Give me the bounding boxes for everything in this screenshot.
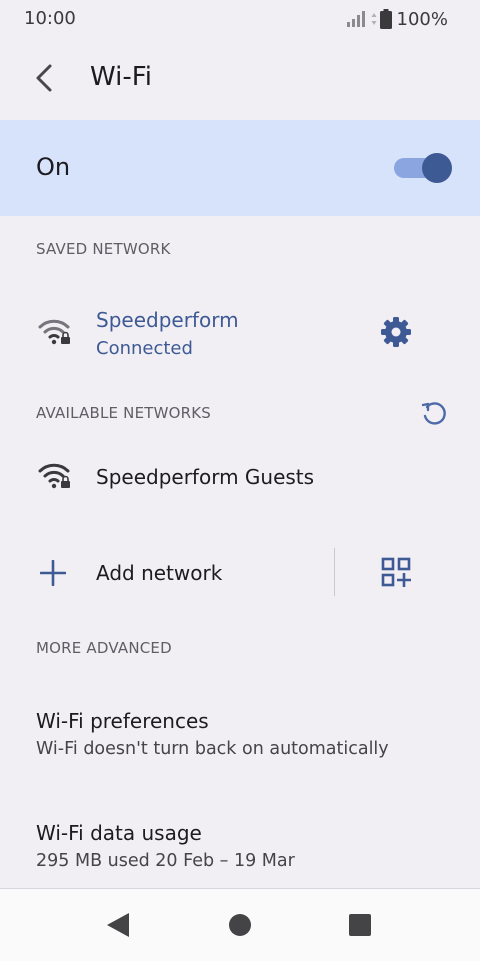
nav-home-button[interactable] [226,911,254,939]
wifi-data-usage-row[interactable]: Wi-Fi data usage 295 MB used 20 Feb – 19… [0,802,480,888]
battery-icon [379,9,392,29]
back-button[interactable] [26,58,62,98]
nav-home-icon [229,914,251,936]
saved-network-row[interactable]: Speedperform Connected [0,292,480,372]
status-bar: 10:00 100% [0,0,480,38]
saved-network-header: SAVED NETWORK [36,240,171,258]
navigation-bar [0,888,480,961]
refresh-icon [421,402,446,425]
wifi-lock-icon [38,463,70,489]
saved-network-name: Speedperform [96,308,239,332]
app-bar: Wi-Fi [0,38,480,120]
plus-icon [40,560,66,586]
nav-recents-button[interactable] [346,911,374,939]
available-networks-header: AVAILABLE NETWORKS [36,404,212,422]
wifi-lock-icon [38,319,70,345]
qr-code-icon [381,557,411,587]
toggle-thumb [422,153,452,183]
signal-icon [346,11,365,27]
refresh-button[interactable] [418,398,450,430]
gear-icon [381,317,411,347]
vertical-divider [334,548,335,596]
add-network-label: Add network [96,561,223,585]
available-network-row[interactable]: Speedperform Guests [0,446,480,510]
battery-percent: 100% [396,8,448,30]
more-advanced-header: MORE ADVANCED [36,639,172,657]
wifi-data-usage-title: Wi-Fi data usage [36,821,202,845]
add-network-row[interactable]: Add network [0,540,334,606]
saved-network-status: Connected [96,338,193,359]
wifi-master-switch-bar[interactable]: On [0,120,480,216]
nav-back-icon [107,913,129,937]
wifi-data-usage-summary: 295 MB used 20 Feb – 19 Mar [36,851,295,871]
status-icons: 100% [346,8,448,30]
network-settings-button[interactable] [378,314,414,350]
wifi-preferences-row[interactable]: Wi-Fi preferences Wi-Fi doesn't turn bac… [0,690,480,786]
back-arrow-icon [36,64,52,92]
available-network-name: Speedperform Guests [96,465,315,489]
wifi-preferences-title: Wi-Fi preferences [36,709,209,733]
data-arrows-icon [371,13,377,25]
wifi-toggle[interactable] [392,153,454,183]
wifi-preferences-summary: Wi-Fi doesn't turn back on automatically [36,739,389,759]
nav-recents-icon [349,914,371,936]
scan-qr-button[interactable] [376,554,416,590]
wifi-switch-label: On [36,153,71,181]
page-title: Wi-Fi [90,62,153,92]
status-time: 10:00 [24,8,76,29]
nav-back-button[interactable] [104,911,132,939]
